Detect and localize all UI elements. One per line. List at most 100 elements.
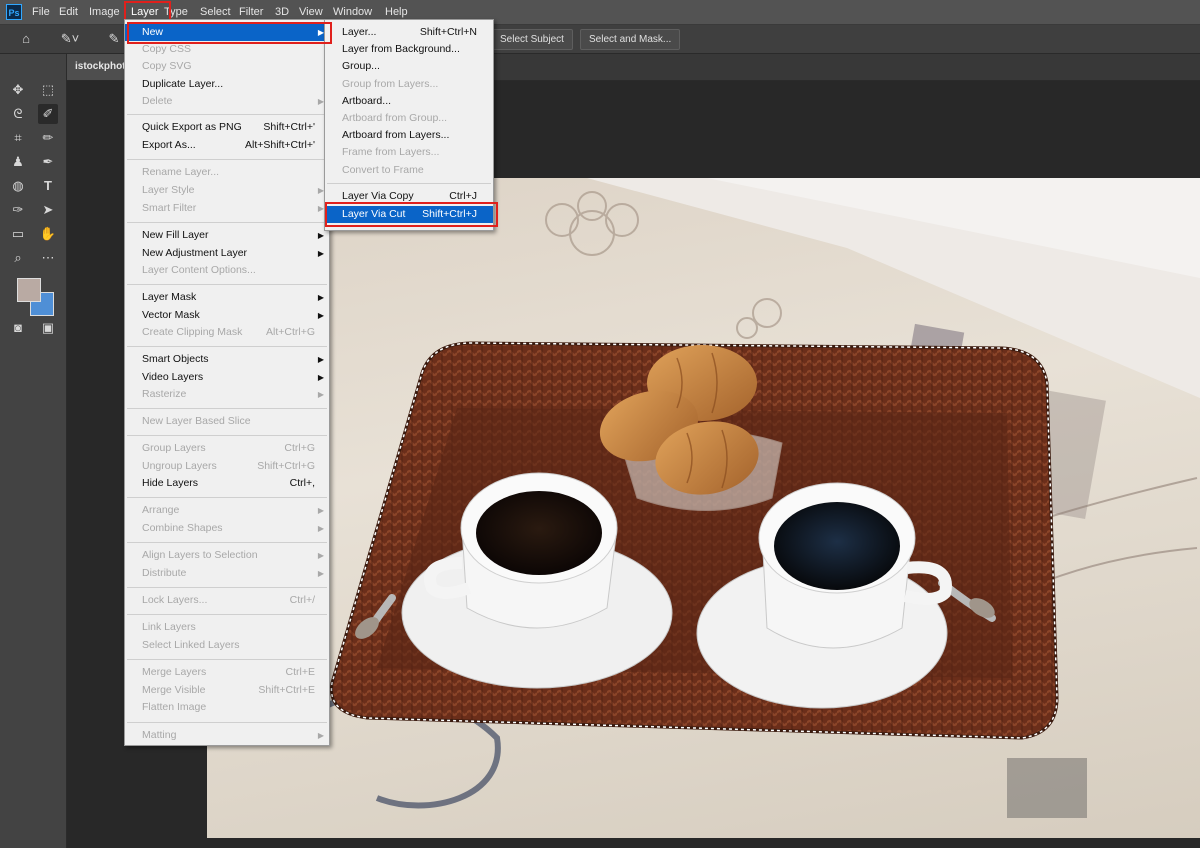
marquee-tool-icon[interactable]: ⬚	[38, 80, 58, 100]
menu-item-quick-export-as-png[interactable]: Quick Export as PNG Shift+Ctrl+'	[125, 119, 329, 136]
menu-separator	[127, 284, 327, 285]
quick-selection-tool-icon[interactable]: ✐	[38, 104, 58, 124]
document-photo[interactable]	[207, 178, 1200, 838]
blur-tool-icon[interactable]: ◍	[8, 176, 28, 196]
menu-item-label: Group Layers	[142, 442, 206, 454]
menu-item-smart-filter: Smart Filter ▶	[125, 200, 329, 217]
menu-item-flatten-image: Flatten Image	[125, 699, 329, 716]
menu-item-label: Hide Layers	[142, 477, 199, 489]
crop-tool-icon[interactable]: ⌗	[8, 128, 28, 148]
menu-item-arrange: Arrange ▶	[125, 502, 329, 519]
menu-item-lock-layers: Lock Layers... Ctrl+/	[125, 592, 329, 609]
pen-tool-icon[interactable]: ✑	[8, 200, 28, 220]
menu-item-export-as[interactable]: Export As... Alt+Shift+Ctrl+'	[125, 137, 329, 154]
submenu-arrow-icon: ▶	[317, 731, 324, 740]
menu-item-label: Video Layers	[142, 371, 204, 383]
menu-item-label: Copy SVG	[142, 60, 192, 72]
menu-item-label: Layer Mask	[142, 291, 197, 303]
home-icon[interactable]: ⌂	[16, 29, 36, 49]
menu-item-label: Link Layers	[142, 621, 196, 633]
menu-item-shortcut: Ctrl+G	[284, 442, 315, 454]
menu-item-label: Distribute	[142, 567, 187, 579]
menu-item-shortcut: Ctrl+E	[285, 666, 315, 678]
hand-tool-icon[interactable]: ✋	[38, 224, 58, 244]
menu-item-combine-shapes: Combine Shapes ▶	[125, 520, 329, 537]
menu-item-merge-visible: Merge Visible Shift+Ctrl+E	[125, 682, 329, 699]
menu-item-group-from-layers: Group from Layers...	[325, 76, 493, 93]
menu-item-label: Combine Shapes	[142, 522, 223, 534]
menu-item-new-adjustment-layer[interactable]: New Adjustment Layer ▶	[125, 245, 329, 262]
menu-item-artboard[interactable]: Artboard...	[325, 93, 493, 110]
brush-tool-icon[interactable]: ✏	[38, 128, 58, 148]
submenu-arrow-icon: ▶	[317, 293, 324, 302]
stamp-tool-icon[interactable]: ♟	[8, 152, 28, 172]
menu-item-align-layers-to-selection: Align Layers to Selection ▶	[125, 547, 329, 564]
path-selection-icon[interactable]: ➤	[38, 200, 58, 220]
menu-edit[interactable]: Edit	[59, 0, 78, 24]
more-tools-icon[interactable]: ⋯	[38, 248, 58, 268]
menu-item-shortcut: Shift+Ctrl+E	[258, 684, 315, 696]
foreground-color-swatch[interactable]	[17, 278, 41, 302]
menu-item-label: New Layer Based Slice	[142, 415, 251, 427]
submenu-arrow-icon: ▶	[317, 524, 324, 533]
menu-item-label: Artboard from Group...	[342, 112, 448, 124]
menu-separator	[127, 542, 327, 543]
menu-item-label: Export As...	[142, 139, 196, 151]
menu-separator	[127, 114, 327, 115]
menu-item-hide-layers[interactable]: Hide Layers Ctrl+,	[125, 475, 329, 492]
brush-preset-icon[interactable]: ✎˅	[56, 29, 84, 49]
tool-mode-icon[interactable]: ✎	[104, 29, 124, 49]
menu-item-group[interactable]: Group...	[325, 58, 493, 75]
menu-separator	[127, 497, 327, 498]
move-tool-icon[interactable]: ✥	[8, 80, 28, 100]
menu-item-label: Quick Export as PNG	[142, 121, 242, 133]
menu-image[interactable]: Image	[89, 0, 120, 24]
layer-via-cut-annotation-box	[325, 202, 498, 227]
menu-item-distribute: Distribute ▶	[125, 565, 329, 582]
menu-item-label: Select Linked Layers	[142, 639, 240, 651]
menu-item-vector-mask[interactable]: Vector Mask ▶	[125, 307, 329, 324]
tools-panel: ✥ ⬚ ᘓ ✐ ⌗ ✏ ♟ ✒ ◍ T ✑ ➤ ▭ ✋ ⌕ ⋯ ◙ ▣	[0, 54, 67, 848]
menu-file[interactable]: File	[32, 0, 50, 24]
lasso-tool-icon[interactable]: ᘓ	[8, 104, 28, 124]
menu-separator	[327, 183, 491, 184]
menu-item-duplicate-layer[interactable]: Duplicate Layer...	[125, 76, 329, 93]
select-subject-button[interactable]: Select Subject	[491, 29, 573, 50]
history-brush-icon[interactable]: ✒	[38, 152, 58, 172]
menu-item-label: Layer from Background...	[342, 43, 460, 55]
menu-item-artboard-from-layers[interactable]: Artboard from Layers...	[325, 127, 493, 144]
new-submenu: Layer... Shift+Ctrl+N Layer from Backgroun…	[324, 19, 494, 231]
menu-item-label: Ungroup Layers	[142, 460, 217, 472]
menu-item-video-layers[interactable]: Video Layers ▶	[125, 369, 329, 386]
menu-item-label: Smart Filter	[142, 202, 197, 214]
photoshop-logo-icon[interactable]: Ps	[6, 4, 22, 20]
menu-separator	[127, 346, 327, 347]
select-and-mask-button[interactable]: Select and Mask...	[580, 29, 681, 50]
menu-item-label: Vector Mask	[142, 309, 200, 321]
submenu-arrow-icon: ▶	[317, 390, 324, 399]
menu-item-shortcut: Shift+Ctrl+'	[263, 121, 315, 133]
menu-item-layer-from-background[interactable]: Layer from Background...	[325, 41, 493, 58]
menu-item-new-layer-based-slice: New Layer Based Slice	[125, 413, 329, 430]
screen-mode-icon[interactable]: ▣	[38, 318, 58, 338]
menu-separator	[127, 435, 327, 436]
rectangle-tool-icon[interactable]: ▭	[8, 224, 28, 244]
menu-item-layer[interactable]: Layer... Shift+Ctrl+N	[325, 24, 493, 41]
menu-item-shortcut: Alt+Shift+Ctrl+'	[245, 139, 315, 151]
menu-item-new-fill-layer[interactable]: New Fill Layer ▶	[125, 227, 329, 244]
menu-item-label: Matting	[142, 729, 177, 741]
type-tool-icon[interactable]: T	[38, 176, 58, 196]
menu-item-convert-to-frame: Convert to Frame	[325, 162, 493, 179]
menu-item-layer-content-options: Layer Content Options...	[125, 262, 329, 279]
menu-item-label: New Adjustment Layer	[142, 247, 248, 259]
menu-item-select-linked-layers: Select Linked Layers	[125, 637, 329, 654]
menu-separator	[127, 614, 327, 615]
menu-item-label: Layer...	[342, 26, 377, 38]
menu-item-rasterize: Rasterize ▶	[125, 386, 329, 403]
menu-item-layer-mask[interactable]: Layer Mask ▶	[125, 289, 329, 306]
quick-mask-icon[interactable]: ◙	[8, 318, 28, 338]
zoom-tool-icon[interactable]: ⌕	[8, 248, 28, 268]
menu-item-delete: Delete ▶	[125, 93, 329, 110]
menu-item-smart-objects[interactable]: Smart Objects ▶	[125, 351, 329, 368]
menu-item-link-layers: Link Layers	[125, 619, 329, 636]
